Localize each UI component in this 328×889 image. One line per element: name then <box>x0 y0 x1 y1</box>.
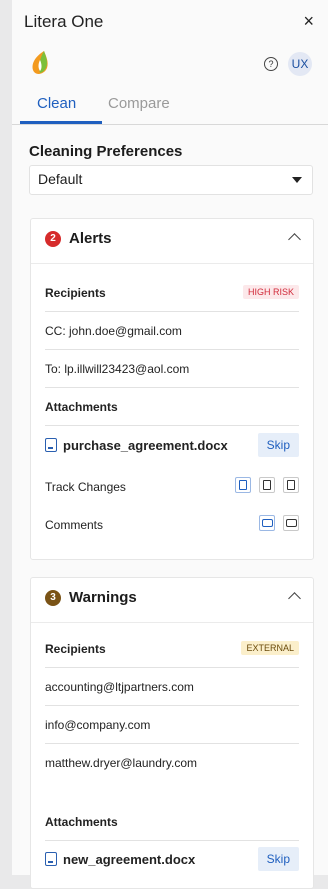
active-tab-indicator <box>20 121 102 124</box>
high-risk-badge: HIGH RISK <box>242 285 299 299</box>
attachment-row: new_agreement.docx Skip <box>45 840 299 878</box>
attachments-label: Attachments <box>45 400 118 414</box>
recipient-email: info@company.com <box>45 718 151 732</box>
alerts-recipients-header: Recipients HIGH RISK <box>45 273 299 312</box>
comments-label: Comments <box>45 518 104 532</box>
skip-button[interactable]: Skip <box>257 847 299 871</box>
select-value: Default <box>38 171 83 187</box>
tab-bar: Clean Compare <box>12 90 328 125</box>
chevron-up-icon[interactable] <box>288 233 301 246</box>
list-item: matthew.dryer@laundry.com <box>45 743 299 781</box>
track-changes-row: Track Changes <box>45 467 299 505</box>
warnings-header[interactable]: 3 Warnings <box>31 578 313 623</box>
comment-check-icon[interactable] <box>259 515 275 531</box>
external-badge: EXTERNAL <box>241 641 299 655</box>
close-icon[interactable]: × <box>303 11 314 32</box>
list-item: To: lp.illwill23423@aol.com <box>45 349 299 388</box>
recipients-label: Recipients <box>45 286 106 300</box>
attachment-row: purchase_agreement.docx Skip <box>45 426 299 464</box>
warnings-card: 3 Warnings Recipients EXTERNAL accountin… <box>30 577 314 889</box>
comment-delete-icon[interactable] <box>283 515 299 531</box>
warnings-title: Warnings <box>69 589 137 606</box>
chevron-up-icon[interactable] <box>288 592 301 605</box>
recipient-cc: CC: john.doe@gmail.com <box>45 324 182 338</box>
comments-row: Comments <box>45 505 299 543</box>
title-bar: Litera One × <box>12 0 328 44</box>
tab-clean[interactable]: Clean <box>37 95 76 112</box>
document-icon <box>45 852 57 866</box>
warnings-attachments-header: Attachments <box>45 802 299 841</box>
help-icon[interactable]: ? <box>264 57 278 71</box>
skip-button[interactable]: Skip <box>257 433 299 457</box>
attachments-label: Attachments <box>45 815 118 829</box>
recipient-email: matthew.dryer@laundry.com <box>45 756 198 770</box>
avatar[interactable]: UX <box>288 52 312 76</box>
reject-changes-icon[interactable] <box>259 477 275 493</box>
list-item: accounting@ltjpartners.com <box>45 667 299 706</box>
litera-logo-icon <box>32 51 48 74</box>
document-icon <box>45 438 57 452</box>
recipient-email: accounting@ltjpartners.com <box>45 680 194 694</box>
attachment-filename: purchase_agreement.docx <box>63 438 228 453</box>
list-item: CC: john.doe@gmail.com <box>45 311 299 350</box>
tab-compare[interactable]: Compare <box>108 95 170 112</box>
alerts-count-badge: 2 <box>45 231 61 247</box>
attachment-filename: new_agreement.docx <box>63 852 196 867</box>
cleaning-preferences-select[interactable]: Default <box>29 165 313 195</box>
alerts-card: 2 Alerts Recipients HIGH RISK CC: john.d… <box>30 218 314 560</box>
alerts-title: Alerts <box>69 230 112 247</box>
recipient-to: To: lp.illwill23423@aol.com <box>45 362 190 376</box>
accept-changes-icon[interactable] <box>235 477 251 493</box>
alerts-attachments-header: Attachments <box>45 387 299 426</box>
warnings-count-badge: 3 <box>45 590 61 606</box>
recipients-label: Recipients <box>45 642 106 656</box>
document-view-icon[interactable] <box>283 477 299 493</box>
alerts-header[interactable]: 2 Alerts <box>31 219 313 264</box>
list-item: info@company.com <box>45 705 299 744</box>
cleaning-preferences-label: Cleaning Preferences <box>29 143 183 160</box>
chevron-down-icon <box>292 177 302 183</box>
track-changes-label: Track Changes <box>45 480 126 494</box>
app-title: Litera One <box>24 12 104 31</box>
warnings-recipients-header: Recipients EXTERNAL <box>45 629 299 668</box>
